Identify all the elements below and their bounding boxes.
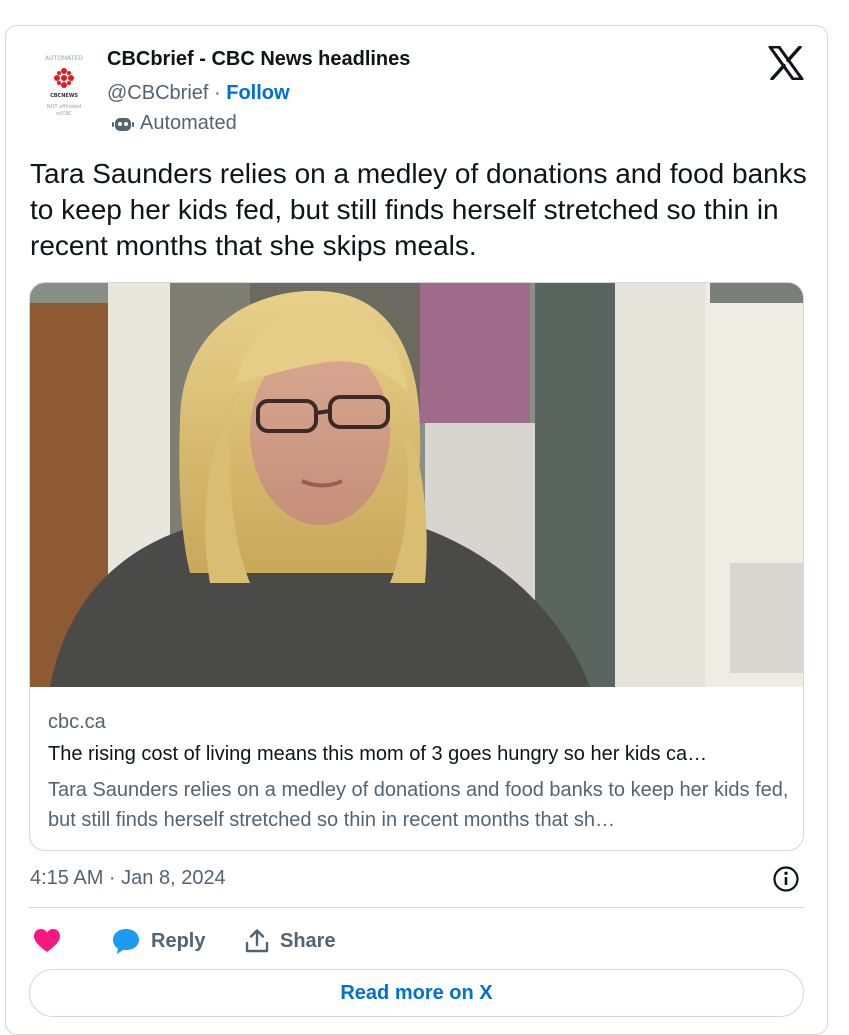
like-button[interactable] [33,925,61,957]
x-logo-icon[interactable] [768,46,804,80]
info-icon[interactable] [772,865,800,893]
cbc-avatar[interactable]: AUTOMATED CBCNEWS NOT affiliated w/CBC [36,48,92,124]
link-title: The rising cost of living means this mom… [48,743,708,765]
share-button[interactable]: Share [244,925,336,957]
reply-label: Reply [151,929,206,952]
heart-icon [34,929,60,952]
divider [29,907,804,908]
follow-button[interactable]: Follow [226,82,289,104]
cbc-gem-icon [54,68,74,88]
avatar-bottom-text-2: w/CBC [56,111,73,117]
share-label: Share [280,929,336,952]
tweet-timestamp[interactable]: 4:15 AM · Jan 8, 2024 [30,867,226,890]
reply-button[interactable]: Reply [111,925,205,957]
author-handle[interactable]: @CBCbrief [107,82,208,104]
author-handle-row: @CBCbrief · Follow [107,82,290,105]
share-icon [245,929,269,953]
link-description: Tara Saunders relies on a medley of dona… [48,779,789,831]
author-name[interactable]: CBCbrief - CBC News headlines [107,48,410,71]
read-more-button[interactable]: Read more on X [29,969,804,1017]
reply-bubble-icon [113,929,139,954]
avatar-logo-text: CBCNEWS [50,93,78,99]
automated-label: Automated [140,112,237,134]
article-photo[interactable] [30,283,803,687]
avatar-top-text: AUTOMATED [45,55,83,62]
tweet-text: Tara Saunders relies on a medley of dona… [30,158,807,261]
link-preview-card[interactable]: cbc.ca The rising cost of living means t… [29,282,804,851]
robot-icon [112,117,134,131]
avatar-bottom-text-1: NOT affiliated [47,104,81,110]
link-domain: cbc.ca [48,711,106,733]
automated-badge: Automated [112,112,237,135]
handle-separator: · [214,82,221,104]
